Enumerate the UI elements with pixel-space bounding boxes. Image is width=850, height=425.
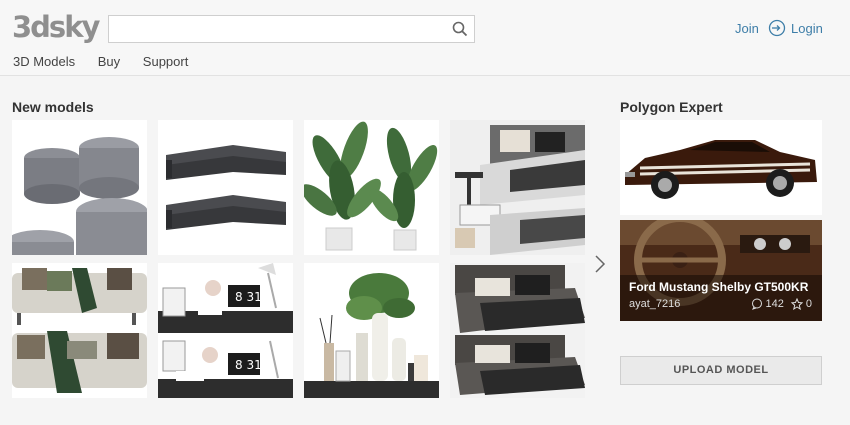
- model-tile-ottoman-poufs[interactable]: [12, 120, 147, 255]
- sofa-render-icon: [12, 268, 147, 393]
- model-tile-dark-bed[interactable]: [450, 263, 585, 398]
- login-label: Login: [791, 20, 823, 36]
- model-tile-banana-plants[interactable]: [304, 120, 439, 255]
- featured-model-name: Ford Mustang Shelby GT500KR: [629, 280, 809, 294]
- model-tile-sectional-sofa[interactable]: [158, 120, 293, 255]
- nav-support[interactable]: Support: [143, 54, 189, 69]
- like-count: 0: [805, 298, 812, 310]
- polygon-expert-title: Polygon Expert: [620, 99, 723, 115]
- search-box[interactable]: [108, 15, 475, 43]
- decor-render-icon: 8 31 8 31: [158, 263, 293, 398]
- model-tile-desk-decor-set[interactable]: 8 31 8 31: [158, 263, 293, 398]
- search-input[interactable]: [109, 16, 439, 42]
- star-icon: [790, 298, 803, 310]
- svg-text:8 31: 8 31: [235, 358, 262, 372]
- site-logo[interactable]: 3dsky: [12, 10, 100, 44]
- new-models-title: New models: [12, 99, 94, 115]
- bed-render-icon: [450, 120, 585, 255]
- chevron-right-icon[interactable]: [593, 253, 607, 275]
- sofa-render-icon: [166, 145, 286, 230]
- nav-3d-models[interactable]: 3D Models: [13, 54, 75, 69]
- featured-model-card[interactable]: Ford Mustang Shelby GT500KR ayat_7216 14…: [620, 220, 822, 321]
- comment-count: 142: [765, 298, 784, 310]
- model-tile-bed-set[interactable]: [450, 120, 585, 255]
- login-link[interactable]: Login: [768, 19, 823, 37]
- bed-render-icon: [450, 263, 585, 398]
- svg-text:8 31: 8 31: [235, 290, 262, 304]
- plant-render-icon: [304, 121, 438, 251]
- site-header: 3dsky 3D Models Buy Support Join Login: [0, 0, 850, 76]
- main-nav: 3D Models Buy Support: [13, 54, 207, 69]
- vase-render-icon: [304, 273, 439, 398]
- upload-model-button[interactable]: UPLOAD MODEL: [620, 356, 822, 385]
- pouf-render-icon: [12, 137, 147, 255]
- comment-icon: [751, 298, 762, 310]
- featured-model-stats: 142 0: [751, 298, 812, 310]
- featured-car-render[interactable]: [620, 120, 822, 215]
- model-tile-sofa-with-pillows[interactable]: [12, 263, 147, 398]
- car-render-icon: [625, 140, 817, 199]
- nav-buy[interactable]: Buy: [98, 54, 120, 69]
- search-icon[interactable]: [452, 21, 468, 37]
- login-icon: [768, 19, 786, 37]
- featured-model-author[interactable]: ayat_7216: [629, 298, 680, 310]
- model-tile-bathroom-decor-set[interactable]: [304, 263, 439, 398]
- join-link[interactable]: Join: [735, 21, 759, 36]
